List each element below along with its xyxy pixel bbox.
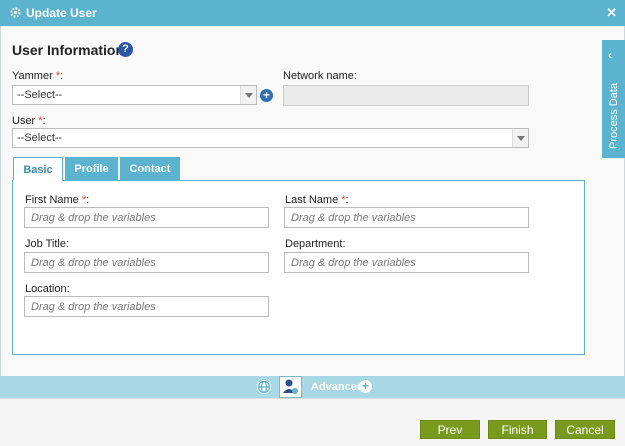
location-input[interactable]: Drag & drop the variables — [24, 296, 269, 317]
user-label-text: User — [12, 115, 36, 127]
first-name-input[interactable]: Drag & drop the variables — [24, 207, 269, 228]
chevron-left-icon[interactable]: ‹ — [608, 48, 612, 62]
help-icon[interactable]: ? — [118, 42, 133, 57]
job-title-input[interactable]: Drag & drop the variables — [24, 252, 269, 273]
job-title-label: Job Title: — [25, 238, 70, 250]
tab-profile[interactable]: Profile — [65, 157, 118, 181]
user-select[interactable]: --Select-- — [12, 128, 529, 148]
plus-circle-icon[interactable]: + — [359, 380, 372, 393]
colon: : — [86, 194, 90, 206]
network-name-field — [283, 85, 529, 106]
colon: : — [42, 115, 46, 127]
close-icon[interactable]: ✕ — [606, 5, 617, 21]
yammer-label: Yammer *: — [12, 70, 63, 82]
last-name-label: Last Name *: — [285, 194, 349, 206]
last-name-input[interactable]: Drag & drop the variables — [284, 207, 529, 228]
first-name-label-text: First Name — [25, 194, 79, 206]
cancel-button[interactable]: Cancel — [555, 420, 615, 439]
colon: : — [345, 194, 349, 206]
window-title: Update User — [26, 6, 97, 20]
footer: Prev Finish Cancel — [0, 398, 625, 446]
process-data-label: Process Data — [608, 82, 620, 150]
prev-button[interactable]: Prev — [420, 420, 480, 439]
department-input[interactable]: Drag & drop the variables — [284, 252, 529, 273]
dropdown-arrow-icon[interactable] — [240, 86, 256, 104]
user-select-value: --Select-- — [17, 132, 63, 144]
tab-basic[interactable]: Basic — [13, 157, 63, 181]
globe-icon[interactable] — [256, 379, 272, 395]
advanced-bar: Advanced + — [0, 376, 625, 398]
tab-contact[interactable]: Contact — [120, 157, 180, 181]
dropdown-arrow-icon[interactable] — [512, 129, 528, 147]
section-title: User Information — [12, 42, 125, 58]
gear-icon — [10, 7, 21, 18]
colon: : — [60, 70, 64, 82]
add-icon[interactable]: + — [260, 89, 273, 102]
last-name-label-text: Last Name — [285, 194, 339, 206]
advanced-label[interactable]: Advanced — [311, 381, 364, 393]
finish-button[interactable]: Finish — [488, 420, 547, 439]
user-label: User *: — [12, 115, 46, 127]
department-label: Department: — [285, 238, 346, 250]
network-name-label: Network name: — [283, 70, 357, 82]
location-label: Location: — [25, 283, 70, 295]
process-data-tab[interactable]: ‹ Process Data — [602, 40, 625, 158]
title-bar: Update User ✕ — [0, 0, 625, 26]
yammer-select-value: --Select-- — [17, 89, 63, 101]
yammer-select[interactable]: --Select-- — [12, 85, 257, 105]
first-name-label: First Name *: — [25, 194, 89, 206]
user-settings-icon[interactable] — [279, 376, 302, 398]
yammer-label-text: Yammer — [12, 70, 53, 82]
